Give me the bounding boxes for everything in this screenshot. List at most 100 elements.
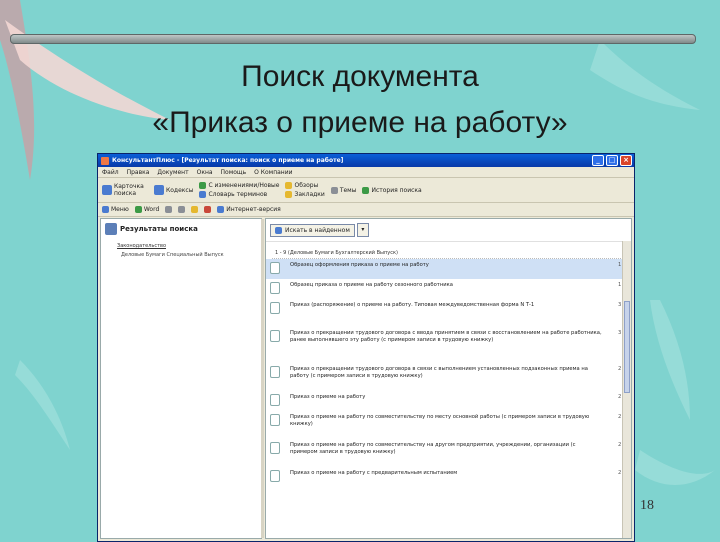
word-button-label: Word [143,206,160,213]
notes-button[interactable]: Закладки [285,191,325,198]
document-icon [270,442,280,454]
dictionary-label: Словарь терминов [208,191,268,198]
vertical-scrollbar[interactable] [622,241,631,538]
document-row[interactable]: Приказ о прекращении трудового договора … [266,363,631,391]
toolbar-group-2: Обзоры Закладки [285,182,325,198]
document-row[interactable]: Приказ о приеме на работу по совместител… [266,439,631,467]
card-search-button[interactable]: Карточка поиска [102,183,148,197]
pane-splitter[interactable] [261,219,264,538]
maximize-button[interactable]: □ [606,155,618,166]
results-category[interactable]: Законодательство [117,243,261,249]
find-in-results-label: Искать в найденном [285,226,350,234]
codes-button[interactable]: Кодексы [154,185,193,195]
results-heading: Результаты поиска [101,219,261,239]
app-window: КонсультантПлюс - [Результат поиска: пои… [97,153,635,542]
history-button[interactable]: История поиска [362,186,422,194]
topics-button[interactable]: Темы [330,186,357,194]
notes-icon [285,191,293,198]
menu-button[interactable]: Меню [102,206,129,213]
menu-bar: Файл Правка Документ Окна Помощь О Компа… [98,167,634,178]
recent-changes-label: С изменениями/Новые [208,182,280,189]
menu-windows[interactable]: Окна [197,169,213,176]
results-tree-pane: Результаты поиска Законодательство Делов… [100,218,264,539]
document-title: Приказ (распоряжение) о приеме на работу… [290,302,535,308]
dictionary-icon [199,191,207,198]
recent-changes-button[interactable]: С изменениями/Новые [199,182,279,189]
menu-button-label: Меню [111,206,129,213]
secondary-toolbar: Меню Word Интернет-версия [98,203,634,217]
toolbar-group-3: Темы [330,186,357,194]
content-area: Результаты поиска Законодательство Делов… [100,218,632,539]
overview-icon [285,182,293,189]
app-icon [101,156,109,165]
save-icon[interactable] [178,206,186,213]
document-row[interactable]: Приказ о приеме на работу 2 ◁ [266,391,631,411]
find-dropdown-button[interactable]: ▾ [356,223,369,237]
results-source-item[interactable]: Деловые Бумаги Специальный Выпуск [121,252,261,258]
document-title: Приказ о приеме на работу по совместител… [290,414,590,427]
document-icon [270,262,280,274]
print-icon[interactable] [165,206,173,213]
menu-file[interactable]: Файл [102,169,119,176]
bookmark-icon[interactable] [204,206,212,213]
word-button[interactable]: Word [134,206,160,213]
document-row[interactable]: Образец оформления приказа о приеме на р… [266,259,631,279]
slide-number: 18 [640,498,654,513]
window-title: КонсультантПлюс - [Результат поиска: пои… [112,157,344,164]
topics-icon [330,186,338,194]
document-icon [270,470,280,482]
internet-version-label: Интернет-версия [226,206,281,213]
document-title: Приказ о прекращении трудового договора … [290,330,602,343]
list-toolbar: Искать в найденном ▾ [266,219,631,242]
menu-help[interactable]: Помощь [221,169,247,176]
slide-title: Поиск документа [241,60,479,93]
slide-subtitle: «Приказ о приеме на работу» [152,106,568,139]
window-titlebar: КонсультантПлюс - [Результат поиска: пои… [98,154,634,167]
document-title: Приказ о приеме на работу по совместител… [290,442,576,455]
internet-version-button[interactable]: Интернет-версия [217,206,281,213]
document-row[interactable]: Образец приказа о приеме на работу сезон… [266,279,631,299]
folder-icon[interactable] [191,206,199,213]
notes-label: Закладки [294,191,325,198]
document-list-pane: Искать в найденном ▾ 1 - 9 (Деловые Бума… [265,218,632,539]
menu-icon [102,206,109,213]
codes-icon [154,185,164,195]
codes-label: Кодексы [166,186,194,194]
results-icon [105,223,117,235]
close-button[interactable]: × [620,155,632,166]
history-icon [362,186,370,194]
document-row[interactable]: Приказ о приеме на работу по совместител… [266,411,631,439]
topics-label: Темы [339,186,357,194]
document-icon [270,394,280,406]
menu-about[interactable]: О Компании [254,169,292,176]
document-icon [270,366,280,378]
scrollbar-thumb[interactable] [624,301,630,393]
binoculars-icon [275,226,282,234]
card-search-label: Карточка поиска [114,183,144,197]
menu-document[interactable]: Документ [157,169,188,176]
document-icon [270,414,280,426]
document-title: Приказ о приеме на работу с предваритель… [290,470,458,476]
document-icon [270,330,280,342]
results-heading-label: Результаты поиска [120,225,198,233]
dictionary-button[interactable]: Словарь терминов [199,191,279,198]
document-icon [270,282,280,294]
document-row[interactable]: Приказ о приеме на работу с предваритель… [266,467,631,487]
minimize-button[interactable]: _ [592,155,604,166]
group-header: 1 - 9 (Деловые Бумаги Бухгалтерский Выпу… [272,248,625,259]
title-rail [10,34,696,44]
overview-label: Обзоры [294,182,319,189]
document-title: Образец оформления приказа о приеме на р… [290,262,429,268]
card-search-icon [102,185,112,195]
overview-button[interactable]: Обзоры [285,182,324,189]
document-row[interactable]: Приказ (распоряжение) о приеме на работу… [266,299,631,327]
find-in-results-button[interactable]: Искать в найденном [270,223,355,237]
document-title: Образец приказа о приеме на работу сезон… [290,282,453,288]
toolbar-group-1: С изменениями/Новые Словарь терминов [199,182,279,198]
recent-changes-icon [199,182,207,189]
menu-edit[interactable]: Правка [127,169,150,176]
document-title: Приказ о приеме на работу [290,394,366,400]
word-icon [134,206,142,213]
document-row[interactable]: Приказ о прекращении трудового договора … [266,327,631,363]
document-title: Приказ о прекращении трудового договора … [290,366,588,379]
